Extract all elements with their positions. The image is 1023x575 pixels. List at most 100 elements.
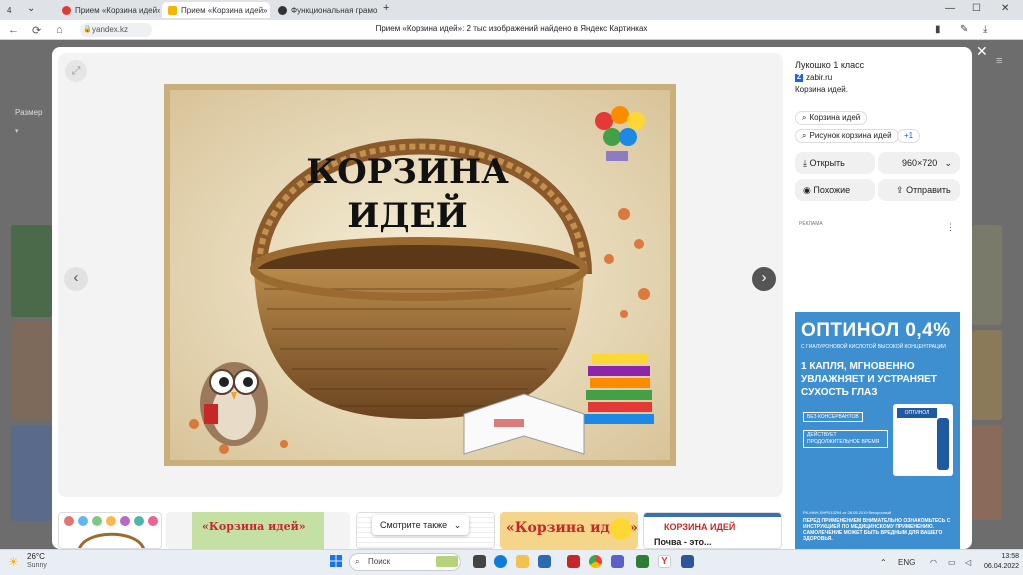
share-button[interactable]: ⇪ Отправить [878,179,960,201]
weather-temperature[interactable]: 26°C [27,552,45,561]
volume-icon[interactable]: ◁ [965,558,971,567]
teams-icon[interactable] [611,555,624,568]
app-icon[interactable] [567,555,580,568]
extensions-icon[interactable]: ✎ [960,24,968,35]
source-title[interactable]: Лукошко 1 класс [795,60,864,70]
chevron-down-icon: ⌄ [944,158,952,168]
button-label: Открыть [809,158,845,168]
page-title: Прием «Корзина идей»: 2 тыс изображений … [375,24,648,33]
app-icon[interactable] [636,555,649,568]
fullscreen-icon[interactable]: ⤢ [65,60,87,82]
close-window-button[interactable]: ✕ [1001,3,1009,14]
clock-date: 06.04.2022 [984,563,1020,570]
image-favicon-icon [168,5,177,15]
battery-icon[interactable]: ▭ [948,558,956,567]
tab-list-icon[interactable]: ⌄ [27,3,35,14]
main-image[interactable] [164,84,676,466]
similar-thumb[interactable] [58,512,162,549]
file-explorer-icon[interactable] [516,555,529,568]
new-tab-button[interactable]: + [383,2,389,14]
bookmark-icon[interactable]: ▮ [935,24,941,35]
size-select[interactable]: 960×720 ⌄ [878,152,960,174]
tab-korzina-1[interactable]: Прием «Корзина идей» ... ✕ [56,2,160,18]
source-domain[interactable]: Z zabir.ru [795,73,832,82]
yandex-favicon-icon [62,5,71,15]
thumb-subtitle: Почва - это... [654,537,712,547]
site-favicon-icon [278,5,287,15]
start-button[interactable] [330,555,342,567]
similar-button[interactable]: ◉ Похожие [795,179,875,201]
image-caption: КОРЗИНА ИДЕЙ [300,150,515,238]
ad-title: ОПТИНОЛ 0,4% [801,320,951,341]
similar-thumb[interactable]: «Корзина идей» [500,512,638,549]
search-highlight-icon [436,556,458,567]
maximize-button[interactable]: ☐ [972,3,981,14]
tab-workspaces[interactable]: 4 [4,2,18,18]
word-icon[interactable] [681,555,694,568]
previous-image-button[interactable]: ‹ [64,267,88,291]
tab-label: Прием «Корзина идей» ... [75,5,160,15]
tab-bar: 4 ⌄ Прием «Корзина идей» ... ✕ Прием «Ко… [0,0,1023,20]
more-queries-chip[interactable]: +1 [897,129,921,143]
menu-icon[interactable]: ≡ [996,55,1002,67]
more-options-icon[interactable]: ⋮ [946,222,955,233]
see-also-button[interactable]: Смотрите также ⌄ [372,515,470,535]
ad-label: РЕКЛАМА [799,221,823,227]
chevron-down-icon: ⌄ [453,520,462,530]
chrome-icon[interactable] [589,555,602,568]
ad-badge: БЕЗ КОНСЕРВАНТОВ [803,412,863,422]
wifi-icon[interactable]: ◠ [930,558,937,567]
background-thumb [11,426,52,521]
input-language[interactable]: ENG [898,558,915,567]
download-icon[interactable]: ⤓ [983,24,987,35]
next-image-button[interactable]: › [752,267,776,291]
yandex-browser-icon[interactable]: Y [658,555,671,568]
task-view-icon[interactable] [473,555,486,568]
camera-search-icon: ◉ [803,185,811,195]
background-thumb [11,225,52,317]
chevron-down-icon: ▾ [15,128,19,135]
background-thumb [972,425,1002,520]
advertisement-banner[interactable]: ОПТИНОЛ 0,4% С ГИАЛУРОНОВОЙ КИСЛОТОЙ ВЫС… [795,312,960,549]
tab-functional[interactable]: Функциональная грамот ✕ [272,2,377,18]
tab-label: Прием «Корзина идей» [181,5,268,15]
download-icon: ⤓ [803,158,807,168]
similar-thumb[interactable]: «Корзина идей» [166,512,350,549]
ad-headline: 1 КАПЛЯ, МГНОВЕННО УВЛАЖНЯЕТ И УСТРАНЯЕТ… [801,361,937,398]
tab-korzina-2[interactable]: Прием «Корзина идей» ✕ [162,2,270,18]
domain-text: zabir.ru [806,73,833,82]
taskbar-search[interactable]: ⌕ Поиск [349,553,461,571]
minimize-button[interactable]: — [945,3,955,14]
similar-thumb[interactable]: КОРЗИНА ИДЕЙ Почва - это... [643,512,782,549]
button-label: Смотрите также [380,520,448,530]
chip-label: Рисунок корзина идей [809,131,892,140]
chip-label: Корзина идей [809,113,861,122]
chevron-up-icon[interactable]: ⌃ [880,558,887,567]
edge-browser-icon[interactable] [494,555,507,568]
ad-registration: РК-МНН-SHP013294 от 28.05.2019 бессрочны… [803,510,891,515]
search-placeholder: Поиск [368,557,391,566]
open-button[interactable]: ⤓ Открыть [795,152,875,174]
sun-icon [610,518,632,540]
thumb-stripe [644,513,781,517]
address-bar: ← ⟳ ⌂ 🔒 yandex.kz Прием «Корзина идей»: … [0,20,1023,40]
windows-logo-icon [330,555,342,567]
product-image: ОПТИНОЛ [893,404,953,476]
size-filter[interactable]: Размер [15,108,43,117]
source-description: Корзина идей. [795,85,848,94]
search-icon: ⌕ [802,113,807,122]
close-viewer-icon[interactable]: ✕ [976,43,988,60]
clock-time: 13:58 [1001,553,1020,560]
related-query-chip[interactable]: ⌕ Корзина идей [795,111,868,125]
background-thumb [11,322,52,420]
ad-subtitle: С ГИАЛУРОНОВОЙ КИСЛОТОЙ ВЫСОКОЙ КОНЦЕНТР… [801,344,946,350]
share-icon: ⇪ [896,185,904,195]
caption-line: КОРЗИНА [306,152,509,192]
related-query-chip[interactable]: ⌕ Рисунок корзина идей [795,129,899,143]
system-clock[interactable]: 13:58 06.04.2022 [984,552,1019,572]
tab-label: 4 [7,5,12,15]
weather-condition: Sunny [27,562,47,569]
store-icon[interactable] [538,555,551,568]
ad-disclaimer: ПЕРЕД ПРИМЕНЕНИЕМ ВНИМАТЕЛЬНО ОЗНАКОМЬТЕ… [803,518,951,542]
taskbar [0,549,1023,575]
